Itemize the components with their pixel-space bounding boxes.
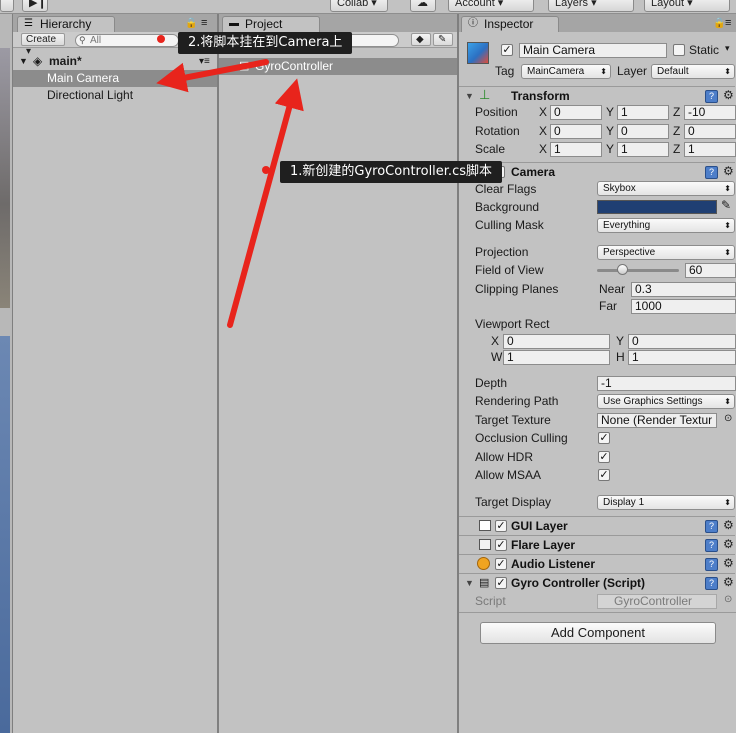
arrow-project-to-camera	[156, 59, 269, 93]
arrow-asset-to-project	[227, 78, 304, 328]
annotation-arrows	[156, 59, 304, 328]
annotation-dot	[262, 166, 270, 174]
annotation-step1: 1.新创建的GyroController.cs脚本	[280, 161, 502, 183]
annotation-step2: 2.将脚本挂在到Camera上	[178, 32, 353, 54]
annotation-dot	[157, 35, 165, 43]
